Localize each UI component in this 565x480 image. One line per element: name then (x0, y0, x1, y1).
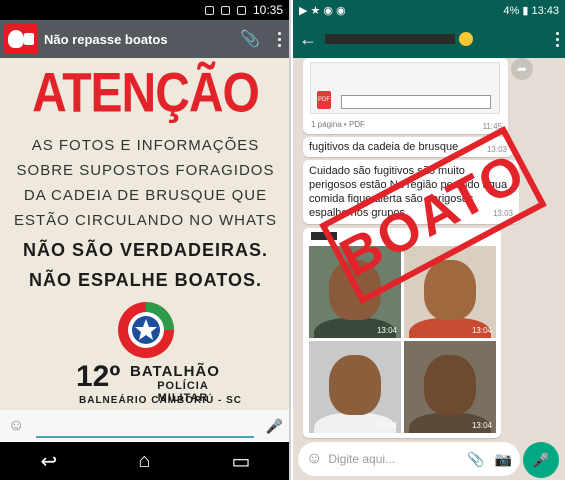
menu-icon[interactable] (556, 31, 559, 47)
message-text: fugitivos da cadeia de brusque (309, 141, 459, 153)
forward-icon[interactable]: ➦ (511, 58, 533, 80)
signal-icon (220, 5, 230, 15)
suspect-photo-4[interactable]: 13:04 (404, 341, 496, 433)
battalion-number: 12º (76, 360, 121, 393)
emoji-icon[interactable]: ☺ (306, 450, 322, 468)
notification-icons: ▶ ★ ◉ ◉ (299, 4, 346, 17)
group-avatar[interactable] (4, 24, 38, 54)
photo-time: 13:04 (471, 421, 492, 430)
chat-header[interactable]: Não repasse boatos 📎 (0, 20, 289, 58)
pdf-message[interactable]: PDF 1 página • PDF 11:45 (303, 58, 508, 134)
photo-time: 13:04 (376, 326, 397, 335)
poster-info-line: DA CADEIA DE BRUSQUE QUE (23, 187, 268, 204)
message-bar: ☺ 🎤 (0, 410, 289, 442)
home-icon[interactable]: ⌂ (138, 450, 150, 473)
photo-time: 13:04 (471, 326, 492, 335)
chat-title[interactable]: Não repasse boatos (44, 32, 240, 47)
poster-info-line: ESTÃO CIRCULANDO NO WHATS (13, 212, 278, 229)
poster-headline: ATENÇÃO (32, 63, 260, 124)
message-bar[interactable]: ☺ Digite aqui... 📎 📷 (298, 442, 520, 476)
chat-header[interactable]: ← (293, 20, 565, 58)
poster-warning-1: NÃO SÃO VERDADEIRAS. (22, 240, 269, 260)
message-input[interactable] (36, 414, 254, 438)
poster-info-line: SOBRE SUPOSTOS FORAGIDOS (16, 162, 275, 179)
message-input[interactable]: Digite aqui... (328, 452, 467, 466)
battalion-name: BATALHÃO (130, 363, 220, 380)
smile-emoji-icon (459, 32, 473, 46)
left-phone-screen: 10:35 Não repasse boatos 📎 ATENÇÃO AS FO… (0, 0, 291, 480)
police-logo (118, 302, 174, 358)
menu-icon[interactable] (278, 31, 281, 47)
pdf-meta: 1 página • PDF (311, 120, 365, 129)
poster-warning-2: NÃO ESPALHE BOATOS. (28, 270, 263, 290)
poster-info: AS FOTOS E INFORMAÇÕES SOBRE SUPOSTOS FO… (0, 133, 289, 233)
status-time: 10:35 (252, 3, 283, 17)
redacted-name (325, 34, 455, 44)
vibrate-icon (204, 5, 214, 15)
attach-icon[interactable]: 📎 (240, 29, 260, 49)
attach-icon[interactable]: 📎 (467, 451, 484, 468)
emoji-icon[interactable]: ☺ (8, 417, 24, 435)
mic-icon[interactable]: 🎤 (266, 418, 283, 435)
status-time: 13:43 (531, 4, 559, 17)
back-arrow-icon[interactable]: ← (299, 29, 317, 50)
battery-percent: 4% (503, 4, 520, 17)
android-nav-bar: ↩ ⌂ ▭ (0, 442, 289, 480)
suspect-photo-3[interactable]: 13:04 (309, 341, 401, 433)
camera-icon[interactable]: 📷 (495, 451, 512, 468)
battery-icon (236, 5, 246, 15)
mic-button[interactable]: 🎤 (523, 442, 559, 478)
pdf-thumbnail (341, 95, 491, 109)
status-bar: 10:35 (0, 0, 289, 20)
photo-time: 13:04 (376, 421, 397, 430)
chat-title-redacted[interactable] (325, 32, 556, 46)
pdf-icon: PDF (317, 91, 331, 109)
poster-image: ATENÇÃO AS FOTOS E INFORMAÇÕES SOBRE SUP… (0, 58, 289, 408)
poster-info-line: AS FOTOS E INFORMAÇÕES (31, 137, 260, 154)
battalion-location: BALNEÁRIO CAMBORIÚ - SC (79, 395, 242, 406)
back-icon[interactable]: ↩ (41, 449, 58, 474)
pdf-preview[interactable]: PDF (310, 62, 500, 114)
recents-icon[interactable]: ▭ (232, 449, 251, 474)
status-bar: ▶ ★ ◉ ◉ 4% ▮ 13:43 (293, 0, 565, 20)
